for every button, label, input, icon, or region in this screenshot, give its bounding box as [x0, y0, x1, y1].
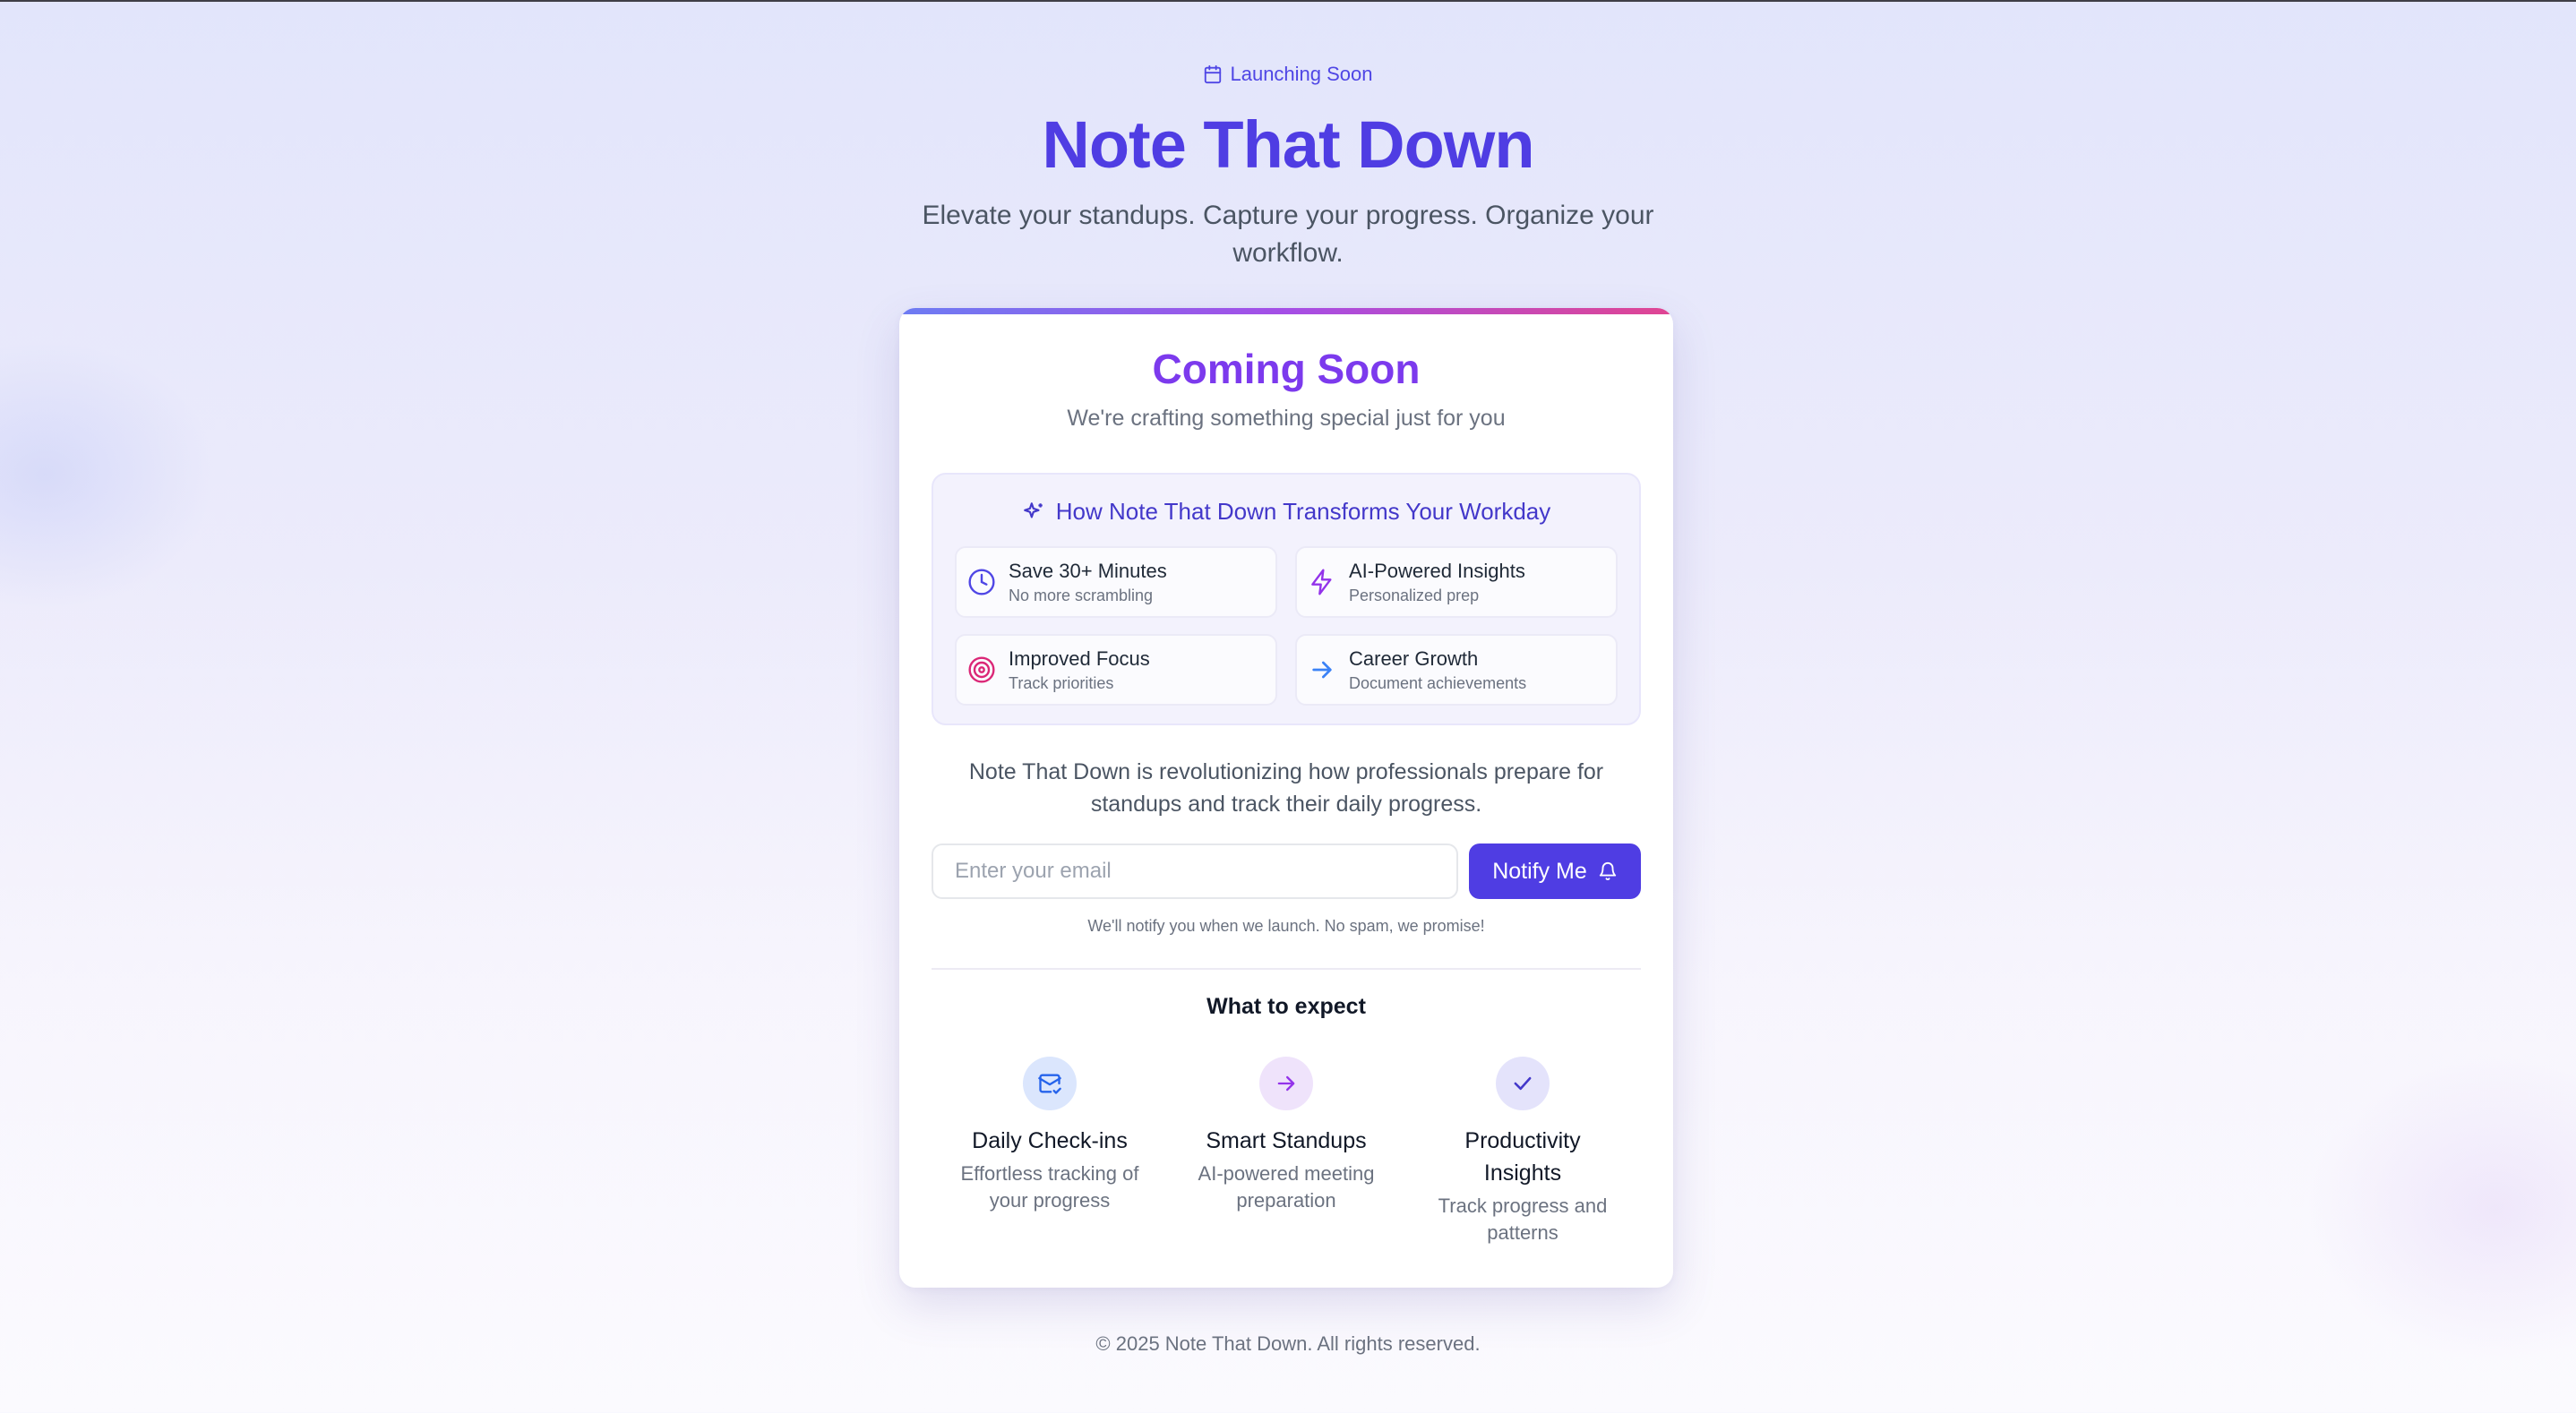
- transform-heading-label: How Note That Down Transforms Your Workd…: [1055, 498, 1551, 525]
- window-top-border: [0, 0, 2576, 2]
- expect-subtitle: Effortless tracking of your progress: [960, 1162, 1139, 1212]
- launching-badge: Launching Soon: [1203, 63, 1373, 86]
- check-icon: [1514, 1076, 1532, 1091]
- feature-career-growth: Career Growth Document achievements: [1295, 634, 1618, 706]
- background-glow-left: [0, 340, 215, 609]
- page-title: Note That Down: [1042, 107, 1534, 182]
- arrow-right-icon: [1277, 1075, 1295, 1092]
- feature-title: Save 30+ Minutes: [1009, 559, 1167, 582]
- feature-title: AI-Powered Insights: [1349, 559, 1525, 582]
- zap-icon: [1311, 569, 1332, 595]
- email-input[interactable]: [932, 844, 1458, 899]
- transform-panel: How Note That Down Transforms Your Workd…: [932, 473, 1641, 725]
- card-gradient-bar: [899, 308, 1673, 314]
- arrow-right-icon: [1312, 661, 1332, 679]
- expect-item-productivity-insights: Productivity Insights Track progress and…: [1404, 1057, 1641, 1246]
- page-subtitle: Elevate your standups. Capture your prog…: [922, 201, 1654, 268]
- expect-list: Daily Check-ins Effortless tracking of y…: [932, 1057, 1641, 1246]
- expect-subtitle: Track progress and patterns: [1438, 1195, 1608, 1244]
- notify-me-button[interactable]: Notify Me: [1469, 844, 1641, 899]
- feature-ai-insights: AI-Powered Insights Personalized prep: [1295, 546, 1618, 618]
- expect-icon-circle: [1496, 1057, 1550, 1110]
- target-icon: [968, 656, 995, 683]
- coming-soon-tagline: We're crafting something special just fo…: [1067, 406, 1506, 431]
- feature-save-time: Save 30+ Minutes No more scrambling: [955, 546, 1277, 618]
- expect-item-smart-standups: Smart Standups AI-powered meeting prepar…: [1168, 1057, 1404, 1246]
- hero: Launching Soon Note That Down Elevate yo…: [0, 63, 2576, 272]
- footer-copyright: © 2025 Note That Down. All rights reserv…: [1095, 1332, 1481, 1355]
- feature-subtitle: Personalized prep: [1349, 586, 1480, 604]
- bell-icon: [1599, 862, 1616, 881]
- clock-icon: [968, 569, 995, 595]
- feature-grid: Save 30+ Minutes No more scrambling AI-P…: [955, 546, 1618, 706]
- feature-title: Improved Focus: [1009, 647, 1150, 670]
- calendar-icon: [1205, 64, 1222, 84]
- feature-subtitle: Document achievements: [1349, 673, 1527, 692]
- expect-title: Productivity Insights: [1464, 1128, 1581, 1186]
- feature-title: Career Growth: [1349, 647, 1479, 670]
- mail-check-icon: [1038, 1074, 1061, 1094]
- expect-item-daily-checkins: Daily Check-ins Effortless tracking of y…: [932, 1057, 1168, 1246]
- feature-subtitle: Track priorities: [1009, 673, 1114, 692]
- expect-title: Smart Standups: [1206, 1128, 1367, 1153]
- background-glow-right: [2307, 1057, 2576, 1361]
- coming-soon-card: Coming Soon We're crafting something spe…: [899, 308, 1673, 1288]
- expect-title: Daily Check-ins: [972, 1128, 1128, 1153]
- sparkles-icon: [1023, 501, 1043, 518]
- divider: [932, 968, 1641, 970]
- transform-heading: How Note That Down Transforms Your Workd…: [933, 498, 1639, 526]
- product-description: Note That Down is revolutionizing how pr…: [968, 759, 1604, 817]
- what-to-expect-heading: What to expect: [1206, 994, 1366, 1019]
- feature-subtitle: No more scrambling: [1009, 586, 1154, 604]
- launching-badge-label: Launching Soon: [1230, 63, 1373, 85]
- no-spam-note: We'll notify you when we launch. No spam…: [1087, 917, 1485, 935]
- expect-subtitle: AI-powered meeting preparation: [1198, 1162, 1375, 1212]
- notify-form: Notify Me: [932, 844, 1641, 899]
- coming-soon-heading: Coming Soon: [1152, 346, 1421, 392]
- expect-icon-circle: [1023, 1057, 1077, 1110]
- feature-improved-focus: Improved Focus Track priorities: [955, 634, 1277, 706]
- expect-icon-circle: [1259, 1057, 1313, 1110]
- notify-me-label: Notify Me: [1492, 858, 1587, 884]
